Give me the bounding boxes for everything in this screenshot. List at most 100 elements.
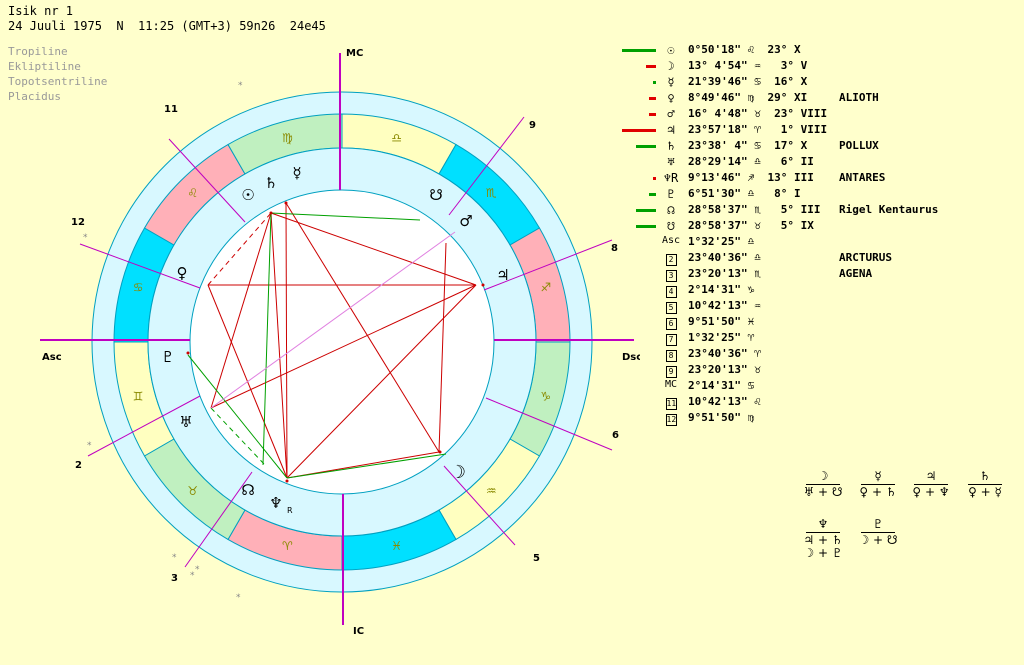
chart-moon-glyph: ☽ [450,462,466,483]
fixed-star-name: ANTARES [839,171,886,184]
zodiac-sign-glyph: ♈ [282,539,293,553]
house-number-5: 5 [533,553,540,564]
chart-sun-glyph: ☉ [241,186,254,204]
position-value: 16° 4'48" ♉ 23° VIII [688,107,828,120]
position-glyph: ☽ [667,59,675,73]
svg-text:*: * [238,81,243,91]
fixed-star-name: ALIOTH [839,91,879,104]
config-pair: ♀ + ☿ [968,485,1002,499]
position-glyph: 7 [662,331,680,346]
aspect-circle [189,189,495,495]
position-value: 1°32'25" ♈ [688,331,755,344]
chart-pluto-glyph: ♇ [161,348,174,366]
position-glyph: 11 [665,398,677,410]
position-row: 4 2°14'31" ♑ [620,283,1020,299]
position-value: 23°57'18" ♈ 1° VIII [688,123,828,136]
fixed-star-name: Rigel Kentaurus [839,203,939,216]
house-number-3: 3 [171,573,178,584]
position-value: 23°40'36" ♎ [688,251,761,264]
position-glyph: 9 [662,363,680,378]
position-value: 9°13'46" ♐ 13° III [688,171,814,184]
config-pair: ♀ + ♆ [912,485,950,499]
position-row: 3 23°20'13" ♏ AGENA [620,267,1020,283]
zodiac-sign-glyph: ♋ [133,280,144,294]
position-value: 23°20'13" ♉ [688,363,761,376]
aspect-strength-bar [636,209,656,212]
zodiac-sign-glyph: ♍ [282,131,293,145]
position-row: ♇ 6°51'30" ♎ 8° I [620,187,1020,203]
aspect-strength-bar [646,65,656,68]
fixed-star-name: POLLUX [839,139,879,152]
midpoint-configuration: ☿ ♀ + ♄ [855,470,901,499]
position-row: ♆R 9°13'46" ♐ 13° III ANTARES [620,171,1020,187]
svg-text:*: * [87,441,92,451]
midpoint-configuration: ♃ ♀ + ♆ [908,470,954,499]
position-value: 23°40'36" ♈ [688,347,761,360]
chart-saturn-glyph: ♄ [264,174,277,192]
chart-mercury-glyph: ☿ [292,164,301,182]
neptune-retrograde-mark: R [287,506,293,515]
position-glyph: ♇ [667,187,675,201]
position-value: 28°29'14" ♎ 6° II [688,155,814,168]
position-row: ☉ 0°50'18" ♌ 23° X [620,43,1020,59]
svg-text:*: * [236,593,241,603]
position-value: 6°51'30" ♎ 8° I [688,187,801,200]
asc-label: Asc [42,352,62,363]
position-value: 0°50'18" ♌ 23° X [688,43,801,56]
chart-jupiter-glyph: ♃ [496,266,509,284]
position-value: 2°14'31" ♑ [688,283,755,296]
house-number-9: 9 [529,120,536,131]
aspect-strength-bar [649,113,656,116]
natal-chart-wheel: ♊♋♌♍ ♎♏♐♑♒♓♈♉ * * * * * * * MC IC Asc Ds… [40,48,640,637]
position-row: MC 2°14'31" ♋ [620,379,1020,395]
chart-mars-glyph: ♂ [459,212,472,230]
position-value: 28°58'37" ♏ 5° III [688,203,821,216]
position-row: ☊ 28°58'37" ♏ 5° III Rigel Kentaurus [620,203,1020,219]
zodiac-sign-glyph: ♎ [391,131,402,145]
position-row: ♂ 16° 4'48" ♉ 23° VIII [620,107,1020,123]
position-value: 10°42'13" ♒ [688,299,761,312]
svg-text:*: * [195,565,200,575]
position-value: 13° 4'54" ♒ 3° V [688,59,808,72]
zodiac-sign-glyph: ♐ [540,280,551,294]
position-row: 11 10°42'13" ♌ [620,395,1020,411]
house-number-2: 2 [75,460,82,471]
position-glyph: ♃ [667,123,675,137]
house-number-8: 8 [611,243,618,254]
position-glyph: Asc [662,235,681,246]
position-row: ♄ 23°38' 4" ♋ 17° X POLLUX [620,139,1020,155]
position-value: 1°32'25" ♎ [688,235,755,248]
chart-uranus-glyph: ♅ [179,413,192,431]
position-glyph: 2 [662,251,680,266]
aspect-strength-bar [653,81,656,84]
position-glyph: 8 [662,347,680,362]
aspect-strength-bar [653,177,656,180]
config-focus: ☿ [874,469,882,483]
zodiac-sign-glyph: ♓ [391,539,402,553]
position-row: 6 9°51'50" ♓ [620,315,1020,331]
position-row: ☿ 21°39'46" ♋ 16° X [620,75,1020,91]
position-glyph: ♆R [663,171,679,185]
aspect-strength-bar [649,193,656,196]
position-value: 10°42'13" ♌ [688,395,761,408]
chart-north-node-glyph: ☊ [241,481,254,499]
config-focus: ♄ [979,469,991,483]
position-glyph: ♄ [667,139,675,153]
position-glyph: ♂ [667,107,675,121]
position-value: 23°20'13" ♏ [688,267,761,280]
position-glyph: ☿ [667,75,675,89]
position-value: 9°51'50" ♍ [688,411,755,424]
house-number-12: 12 [71,217,85,228]
zodiac-sign-glyph: ♑ [540,390,551,404]
position-row: ♅ 28°29'14" ♎ 6° II [620,155,1020,171]
config-focus: ♆ [817,517,829,531]
svg-text:*: * [83,233,88,243]
zodiac-sign-glyph: ♊ [133,390,144,404]
position-row: 7 1°32'25" ♈ [620,331,1020,347]
midpoint-configuration: ♄ ♀ + ☿ [962,470,1008,499]
zodiac-sign-glyph: ♌ [187,186,198,200]
chart-neptune-glyph: ♆ [269,494,282,512]
svg-text:*: * [172,553,177,563]
ic-label: IC [353,626,364,637]
config-focus: ♃ [925,469,937,483]
